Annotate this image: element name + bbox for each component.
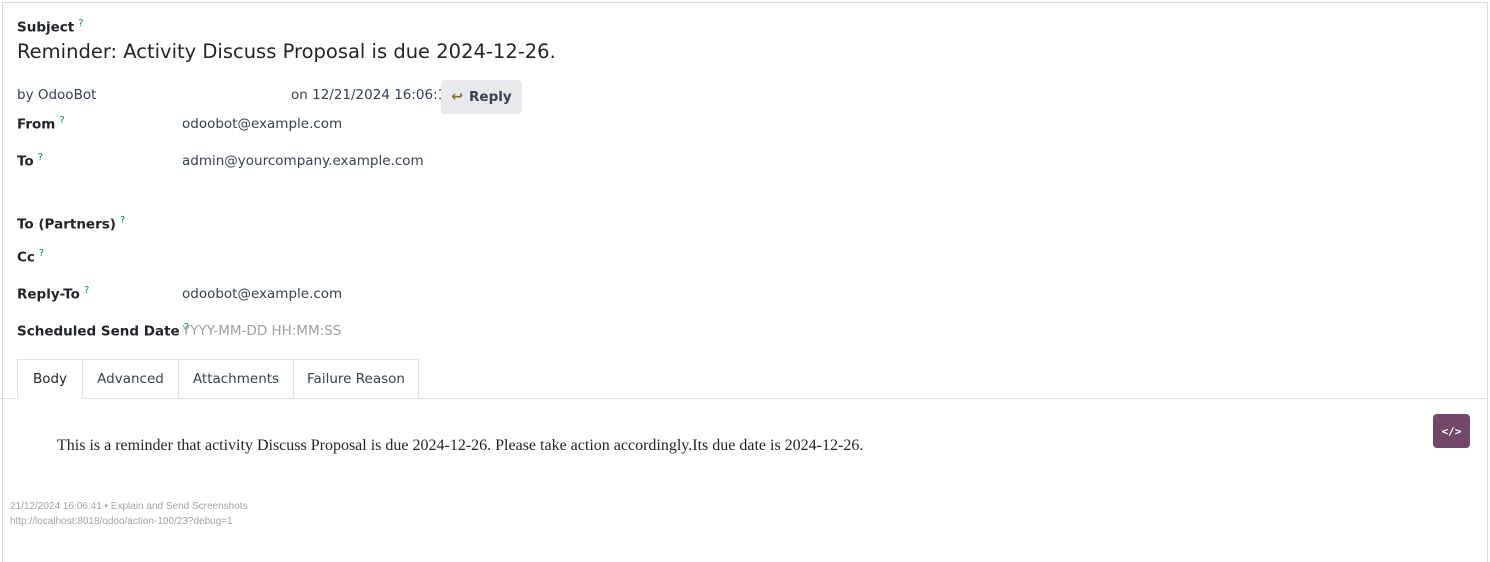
reply-icon: ↩ <box>451 89 464 105</box>
footer-url: http://localhost:8018/odoo/action-100/23… <box>10 516 233 527</box>
date-line: on 12/21/2024 16:06:11 <box>291 87 455 103</box>
from-field[interactable]: odoobot@example.com <box>182 116 342 132</box>
tab-attachments[interactable]: Attachments <box>179 359 294 399</box>
from-label: From? <box>17 115 65 133</box>
to-partners-label: To (Partners)? <box>17 215 126 233</box>
tab-failure-reason[interactable]: Failure Reason <box>294 359 419 399</box>
subject-value: Reminder: Activity Discuss Proposal is d… <box>17 40 556 63</box>
reply-button[interactable]: ↩ Reply <box>441 80 522 114</box>
footer-timestamp: 21/12/2024 16:06:41 • Explain and Send S… <box>10 501 248 512</box>
to-help-icon[interactable]: ? <box>38 152 43 163</box>
tab-advanced[interactable]: Advanced <box>83 359 179 399</box>
subject-label: Subject? <box>17 18 84 36</box>
code-view-icon[interactable]: </> <box>1433 414 1470 448</box>
reply-button-label: Reply <box>469 89 512 105</box>
tab-body[interactable]: Body <box>17 359 83 399</box>
cc-help-icon[interactable]: ? <box>39 248 44 259</box>
to-label: To? <box>17 152 44 170</box>
to-partners-help-icon[interactable]: ? <box>120 215 125 226</box>
reply-to-field[interactable]: odoobot@example.com <box>182 286 342 302</box>
from-help-icon[interactable]: ? <box>59 115 64 126</box>
mail-form-sheet <box>2 2 1488 562</box>
reply-to-help-icon[interactable]: ? <box>84 285 89 296</box>
author-line: by OdooBot <box>17 87 97 103</box>
reply-to-label: Reply-To? <box>17 285 90 303</box>
to-field[interactable]: admin@yourcompany.example.com <box>182 153 424 169</box>
body-content[interactable]: This is a reminder that activity Discuss… <box>57 437 863 455</box>
scheduled-send-date-input[interactable]: YYYY-MM-DD HH:MM:SS <box>182 323 341 339</box>
cc-label: Cc? <box>17 248 45 266</box>
scheduled-send-date-label: Scheduled Send Date? <box>17 322 190 340</box>
notebook-tabs: Body Advanced Attachments Failure Reason <box>17 359 419 399</box>
subject-help-icon[interactable]: ? <box>78 18 83 29</box>
